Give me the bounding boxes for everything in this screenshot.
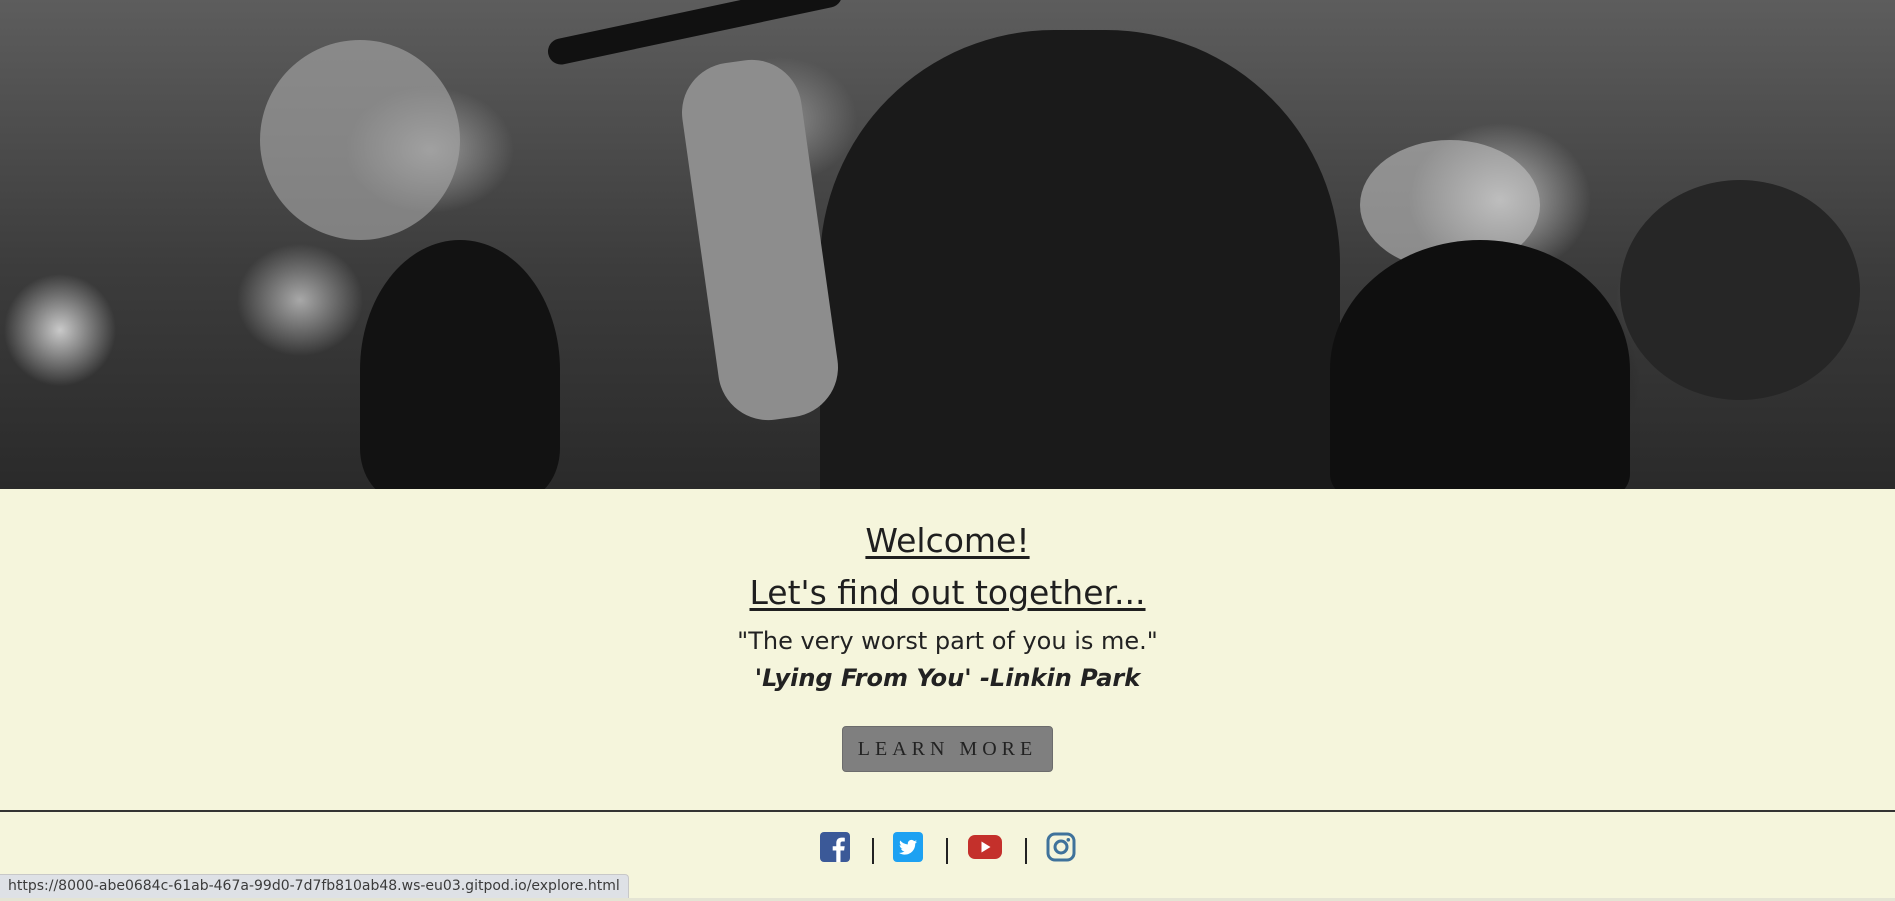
page: Welcome! Let's find out together... "The… xyxy=(0,0,1895,901)
twitter-icon[interactable] xyxy=(893,832,923,862)
welcome-heading: Welcome! xyxy=(865,521,1030,560)
quote-source: 'Lying From You' -Linkin Park xyxy=(754,664,1141,692)
facebook-icon[interactable] xyxy=(820,832,850,862)
lyric-quote: "The very worst part of you is me." xyxy=(737,627,1158,655)
separator xyxy=(946,838,948,864)
separator xyxy=(872,838,874,864)
browser-status-url: https://8000-abe0684c-61ab-467a-99d0-7d7… xyxy=(0,874,629,898)
hero-image-shade xyxy=(675,53,845,427)
hero-image-shade xyxy=(1330,240,1630,489)
hero-image-shade xyxy=(360,240,560,489)
hero-image-shade xyxy=(260,40,460,240)
hero-image xyxy=(0,0,1895,489)
social-links xyxy=(0,832,1895,868)
hero-image-shade xyxy=(820,30,1340,489)
instagram-icon[interactable] xyxy=(1046,832,1076,862)
youtube-icon[interactable] xyxy=(968,832,1002,862)
learn-more-button[interactable]: LEARN MORE xyxy=(842,726,1053,772)
footer-divider xyxy=(0,810,1895,812)
microphone-shape xyxy=(545,0,845,67)
separator xyxy=(1025,838,1027,864)
subheading: Let's find out together... xyxy=(749,573,1146,612)
welcome-section: Welcome! Let's find out together... "The… xyxy=(0,489,1895,810)
hero-image-shade xyxy=(1620,180,1860,400)
